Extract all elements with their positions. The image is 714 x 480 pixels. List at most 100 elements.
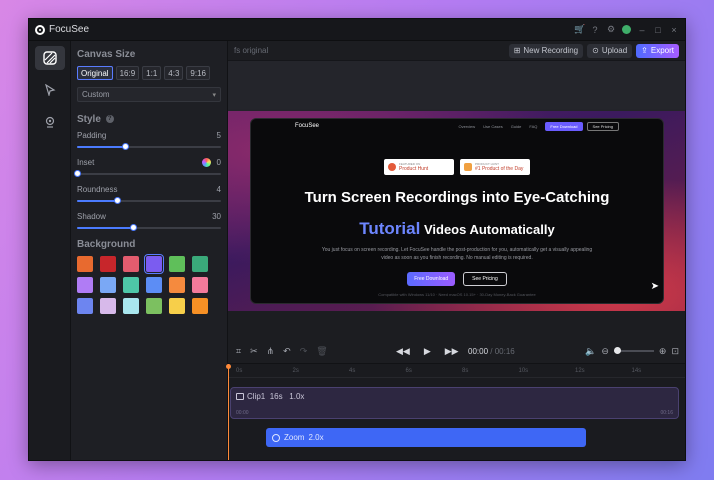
background-swatch[interactable] <box>100 298 116 314</box>
inset-slider[interactable] <box>74 170 221 177</box>
shadow-value: 30 <box>212 212 221 221</box>
zoom-in-icon[interactable]: ⊕ <box>659 346 667 357</box>
background-swatch[interactable] <box>192 256 208 272</box>
background-swatch[interactable] <box>169 298 185 314</box>
window-controls: 🛒 ? ⚙ – □ × <box>574 24 679 35</box>
minimize-icon[interactable]: – <box>637 25 647 35</box>
roundness-value: 4 <box>216 185 221 194</box>
background-swatch[interactable] <box>77 256 93 272</box>
fit-icon[interactable]: ⊡ <box>671 346 679 357</box>
preview-nav-link: FAQ <box>529 123 538 129</box>
camera-tool-button[interactable] <box>35 110 65 134</box>
time-display: 00:00 / 00:16 <box>468 346 515 356</box>
playback-controls: ⌗ ✂ ⋔ ↶ ↷ 🗑 ◀◀ ▶ ▶▶ 00:00 / 00:16 🔈 ⊖ ⊕ … <box>228 341 685 361</box>
background-swatch[interactable] <box>123 298 139 314</box>
export-button[interactable]: ⇪ Export <box>636 43 679 58</box>
background-swatch[interactable] <box>192 277 208 293</box>
preview-heading: Turn Screen Recordings into Eye-Catching <box>304 189 610 206</box>
camera-tool-icon <box>45 116 54 128</box>
timeline-ruler[interactable]: 0s2s4s6s8s10s12s14s16s <box>228 364 685 378</box>
clip-track-item[interactable]: Clip1 16s 1.0x 00:00 00:16 <box>230 387 679 419</box>
preview-brand: FocuSee <box>295 123 320 129</box>
split-icon[interactable]: ⋔ <box>267 346 275 357</box>
shadow-slider-knob[interactable] <box>130 224 138 231</box>
crop-icon[interactable]: ⌗ <box>236 346 241 357</box>
padding-slider-knob[interactable] <box>121 143 129 150</box>
background-tool-button[interactable] <box>34 46 65 70</box>
background-swatch[interactable] <box>100 256 116 272</box>
preview-nav-link: Use Cases <box>483 123 503 129</box>
close-icon[interactable]: × <box>669 25 679 35</box>
export-icon: ⇪ <box>641 46 648 55</box>
inset-control: Inset 0 <box>74 158 221 177</box>
ratio-1-1-button[interactable]: 1:1 <box>142 66 162 80</box>
gear-icon[interactable]: ⚙ <box>606 24 616 35</box>
clip-start: 00:00 <box>236 410 249 416</box>
background-swatch[interactable] <box>77 298 93 314</box>
roundness-slider-knob[interactable] <box>114 197 122 204</box>
zoom-value: 2.0x <box>308 433 324 442</box>
rewind-icon[interactable]: ◀◀ <box>396 346 410 357</box>
delete-icon[interactable]: 🗑 <box>316 346 327 357</box>
undo-icon[interactable]: ↶ <box>283 346 291 357</box>
zoom-label: Zoom <box>284 433 305 442</box>
video-preview[interactable]: FocuSee Overview Use Cases Guide FAQ Fre… <box>250 118 664 304</box>
shadow-label: Shadow <box>77 212 106 221</box>
ratio-16-9-button[interactable]: 16:9 <box>115 66 140 80</box>
ratio-buttons: Original 16:9 1:1 4:3 9:16 <box>77 66 221 80</box>
canvas-area: FocuSee Overview Use Cases Guide FAQ Fre… <box>228 61 685 311</box>
help-icon[interactable]: ? <box>105 115 114 124</box>
ratio-original-button[interactable]: Original <box>77 66 113 80</box>
background-swatch[interactable] <box>123 256 139 272</box>
background-swatch[interactable] <box>100 277 116 293</box>
new-recording-button[interactable]: ⊞ New Recording <box>508 43 584 58</box>
playhead[interactable] <box>226 364 231 460</box>
clip-speed: 1.0x <box>289 392 305 401</box>
preview-nav-download: Free Download <box>545 121 583 131</box>
ruler-tick: 12s <box>575 368 585 374</box>
ratio-9-16-button[interactable]: 9:16 <box>186 66 210 80</box>
style-title: Style ? <box>77 114 221 125</box>
inset-slider-knob[interactable] <box>74 170 81 177</box>
background-swatch[interactable] <box>77 277 93 293</box>
background-swatch[interactable] <box>146 298 162 314</box>
padding-slider[interactable] <box>77 143 221 150</box>
background-swatch[interactable] <box>192 298 208 314</box>
canvas-size-title: Canvas Size <box>77 49 136 60</box>
zoom-track-item[interactable]: Zoom 2.0x <box>266 428 586 447</box>
cursor-tool-button[interactable] <box>35 78 65 102</box>
settings-panel: Canvas Size Original 16:9 1:1 4:3 9:16 C… <box>71 41 228 460</box>
top-toolbar: fs original ⊞ New Recording ⊙ Upload ⇪ Expo… <box>228 41 685 61</box>
roundness-slider[interactable] <box>77 197 221 204</box>
preview-download-cta: Free Download <box>407 272 456 286</box>
redo-icon[interactable]: ↷ <box>300 346 308 357</box>
mouse-cursor-icon: ➤ <box>650 281 659 292</box>
background-swatch[interactable] <box>169 256 185 272</box>
left-toolbar <box>29 41 71 460</box>
cart-icon[interactable]: 🛒 <box>574 24 585 35</box>
preview-pricing-cta: See Pricing <box>463 272 507 286</box>
ratio-4-3-button[interactable]: 4:3 <box>164 66 184 80</box>
volume-icon[interactable]: 🔈 <box>585 346 596 357</box>
timeline-zoom-slider[interactable] <box>613 347 654 354</box>
video-clip-icon <box>236 393 244 401</box>
maximize-icon[interactable]: □ <box>653 25 663 35</box>
shadow-slider[interactable] <box>77 224 221 231</box>
help-icon[interactable]: ? <box>590 25 600 35</box>
inset-label: Inset <box>77 158 95 167</box>
background-swatch[interactable] <box>123 277 139 293</box>
zoom-out-icon[interactable]: ⊖ <box>601 346 609 357</box>
upload-button[interactable]: ⊙ Upload <box>587 43 633 58</box>
cut-icon[interactable]: ✂ <box>250 346 258 357</box>
avatar[interactable] <box>622 25 631 34</box>
background-swatch[interactable] <box>146 277 162 293</box>
product-of-day-badge: PRODUCT HUNT #1 Product of the Day <box>460 159 530 175</box>
custom-size-select[interactable]: Custom ▾ <box>77 87 221 102</box>
color-wheel-icon[interactable] <box>201 158 211 167</box>
editor-main: fs original ⊞ New Recording ⊙ Upload ⇪ Expo… <box>226 41 685 460</box>
fast-forward-icon[interactable]: ▶▶ <box>445 346 459 357</box>
background-swatch[interactable] <box>144 254 164 274</box>
ruler-tick: 6s <box>405 368 412 374</box>
background-swatch[interactable] <box>169 277 185 293</box>
play-icon[interactable]: ▶ <box>424 346 431 357</box>
